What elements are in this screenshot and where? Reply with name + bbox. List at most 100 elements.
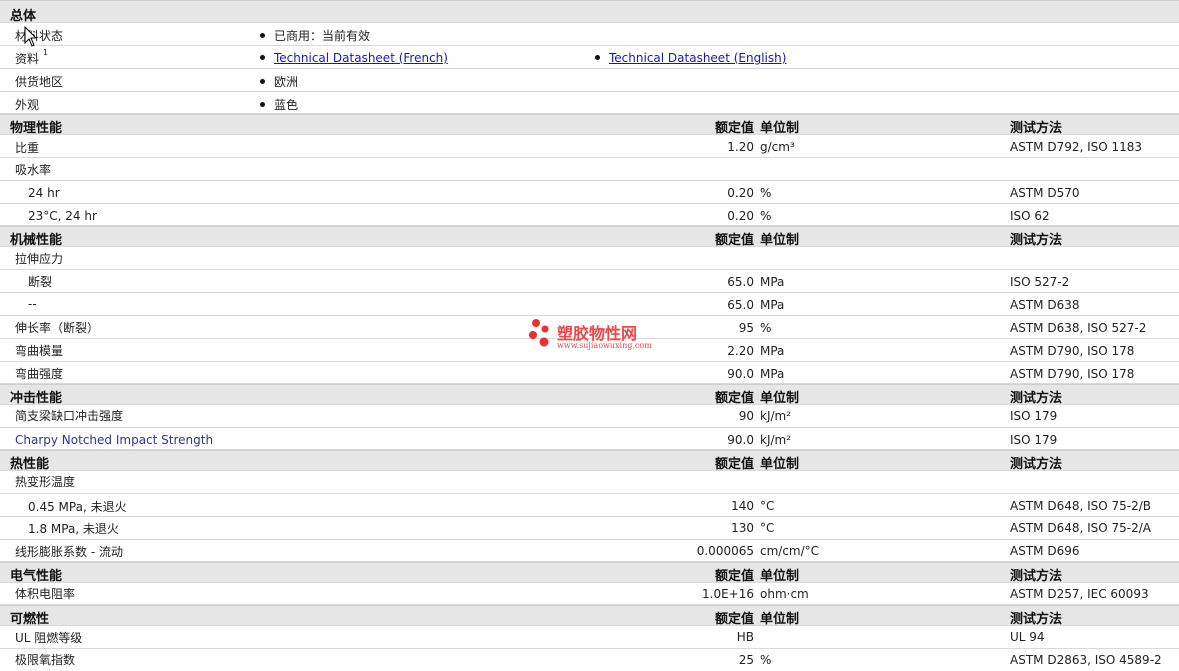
column-header-value: 额定值 [714, 233, 754, 248]
property-label: 简支梁缺口冲击强度 [15, 409, 124, 423]
column-header-unit: 单位制 [760, 121, 800, 136]
property-unit: MPa [760, 298, 785, 312]
row-label: 材料状态 [15, 29, 64, 43]
bullet-item: 已商用：当前有效 [260, 27, 370, 44]
property-method: ASTM D648, ISO 75-2/B [1010, 499, 1152, 513]
property-unit: % [760, 321, 772, 335]
section-header-flammability: 可燃性 额定值 单位制 测试方法 [0, 605, 1179, 627]
property-label: 体积电阻率 [15, 587, 76, 601]
section-header-impact: 冲击性能 额定值 单位制 测试方法 [0, 384, 1179, 406]
property-row: 23°C, 24 hr 0.20 % ISO 62 [0, 204, 1179, 226]
property-label: Charpy Notched Impact Strength [15, 433, 214, 447]
property-value: 65.0 [727, 298, 754, 312]
property-value: 90.0 [727, 367, 754, 381]
section-header-electrical: 电气性能 额定值 单位制 测试方法 [0, 562, 1179, 584]
general-row-appearance: 外观 蓝色 [0, 92, 1179, 114]
bullet-icon [260, 33, 265, 38]
bullet-item: 蓝色 [260, 96, 298, 113]
property-unit: ohm·cm [760, 587, 809, 601]
property-method: ASTM D638 [1010, 298, 1080, 312]
property-label: 线形膨胀系数 - 流动 [15, 545, 123, 559]
column-header-method: 测试方法 [1010, 233, 1063, 248]
property-label: 拉伸应力 [15, 252, 64, 266]
property-method: ASTM D257, IEC 60093 [1010, 587, 1149, 601]
property-unit: MPa [760, 367, 785, 381]
column-header-method: 测试方法 [1010, 391, 1063, 406]
property-value: 130 [731, 521, 754, 535]
property-row: 线形膨胀系数 - 流动 0.000065 cm/cm/°C ASTM D696 [0, 540, 1179, 562]
property-value: 0.20 [727, 186, 754, 200]
property-label: 热变形温度 [15, 475, 76, 489]
section-title: 冲击性能 [10, 391, 63, 406]
property-unit: °C [760, 521, 775, 535]
property-label: 极限氧指数 [15, 653, 76, 667]
section-header-physical: 物理性能 额定值 单位制 测试方法 [0, 114, 1179, 136]
watermark-logo: 塑胶物性网 www.sujiaowuxing.com [527, 318, 652, 355]
column-header-method: 测试方法 [1010, 121, 1063, 136]
property-label: 断裂 [28, 275, 53, 289]
property-unit: % [760, 186, 772, 200]
property-unit: g/cm³ [760, 140, 795, 154]
section-title: 电气性能 [10, 569, 63, 584]
section-header-thermal: 热性能 额定值 单位制 测试方法 [0, 450, 1179, 472]
bullet-icon [260, 102, 265, 107]
general-row-region: 供货地区 欧洲 [0, 69, 1179, 92]
property-value: 1.20 [727, 140, 754, 154]
property-unit: cm/cm/°C [760, 544, 820, 558]
section-header-mechanical: 机械性能 额定值 单位制 测试方法 [0, 226, 1179, 248]
bullet-item: 欧洲 [260, 73, 298, 90]
column-header-method: 测试方法 [1010, 457, 1063, 472]
property-method: ISO 527-2 [1010, 275, 1070, 289]
watermark-dots-icon [529, 319, 549, 347]
property-method: ASTM D792, ISO 1183 [1010, 140, 1143, 154]
property-value: 95 [738, 321, 754, 335]
property-value: 90.0 [727, 433, 754, 447]
column-header-value: 额定值 [714, 457, 754, 472]
property-unit: MPa [760, 275, 785, 289]
property-unit: MPa [760, 344, 785, 358]
datasheet-link-english[interactable]: Technical Datasheet (English) [595, 51, 786, 65]
bullet-icon [260, 79, 265, 84]
property-method: ISO 62 [1010, 209, 1050, 223]
property-method: ASTM D2863, ISO 4589-2 [1010, 653, 1162, 667]
column-header-value: 额定值 [714, 391, 754, 406]
property-label: 比重 [15, 141, 40, 155]
property-row: 0.45 MPa, 未退火 140 °C ASTM D648, ISO 75-2… [0, 494, 1179, 517]
property-value: 2.20 [727, 344, 754, 358]
bullet-icon [260, 55, 265, 60]
column-header-method: 测试方法 [1010, 569, 1063, 584]
column-header-unit: 单位制 [760, 233, 800, 248]
general-row-status: 材料状态 已商用：当前有效 [0, 23, 1179, 46]
property-method: ISO 179 [1010, 409, 1058, 423]
row-label: 外观 [15, 98, 40, 112]
property-label: 24 hr [28, 186, 60, 200]
footnote-marker: 1 [42, 48, 48, 57]
column-header-unit: 单位制 [760, 612, 800, 627]
property-method: ASTM D790, ISO 178 [1010, 367, 1135, 381]
property-group-row: 热变形温度 [0, 471, 1179, 494]
property-row: 弯曲强度 90.0 MPa ASTM D790, ISO 178 [0, 362, 1179, 384]
section-title: 机械性能 [10, 233, 63, 248]
property-label: 弯曲模量 [15, 344, 64, 358]
property-label: UL 阻燃等级 [15, 631, 83, 645]
property-row: 24 hr 0.20 % ASTM D570 [0, 181, 1179, 204]
property-group-row: 吸水率 [0, 158, 1179, 181]
property-unit: kJ/m² [760, 433, 792, 447]
section-general-header: 总体 [0, 0, 1179, 24]
property-label: -- [28, 297, 37, 311]
property-method: ASTM D790, ISO 178 [1010, 344, 1135, 358]
property-label: 1.8 MPa, 未退火 [28, 522, 119, 536]
column-header-method: 测试方法 [1010, 612, 1063, 627]
property-unit: % [760, 653, 772, 667]
property-value: 0.000065 [696, 544, 754, 558]
section-title: 热性能 [10, 457, 50, 472]
datasheet-link-french[interactable]: Technical Datasheet (French) [260, 51, 448, 65]
property-row: Charpy Notched Impact Strength 90.0 kJ/m… [0, 428, 1179, 450]
column-header-unit: 单位制 [760, 391, 800, 406]
property-label: 弯曲强度 [15, 367, 64, 381]
property-method: UL 94 [1010, 630, 1045, 644]
property-value: 65.0 [727, 275, 754, 289]
column-header-value: 额定值 [714, 569, 754, 584]
property-unit: % [760, 209, 772, 223]
watermark-url: www.sujiaowuxing.com [557, 341, 652, 350]
